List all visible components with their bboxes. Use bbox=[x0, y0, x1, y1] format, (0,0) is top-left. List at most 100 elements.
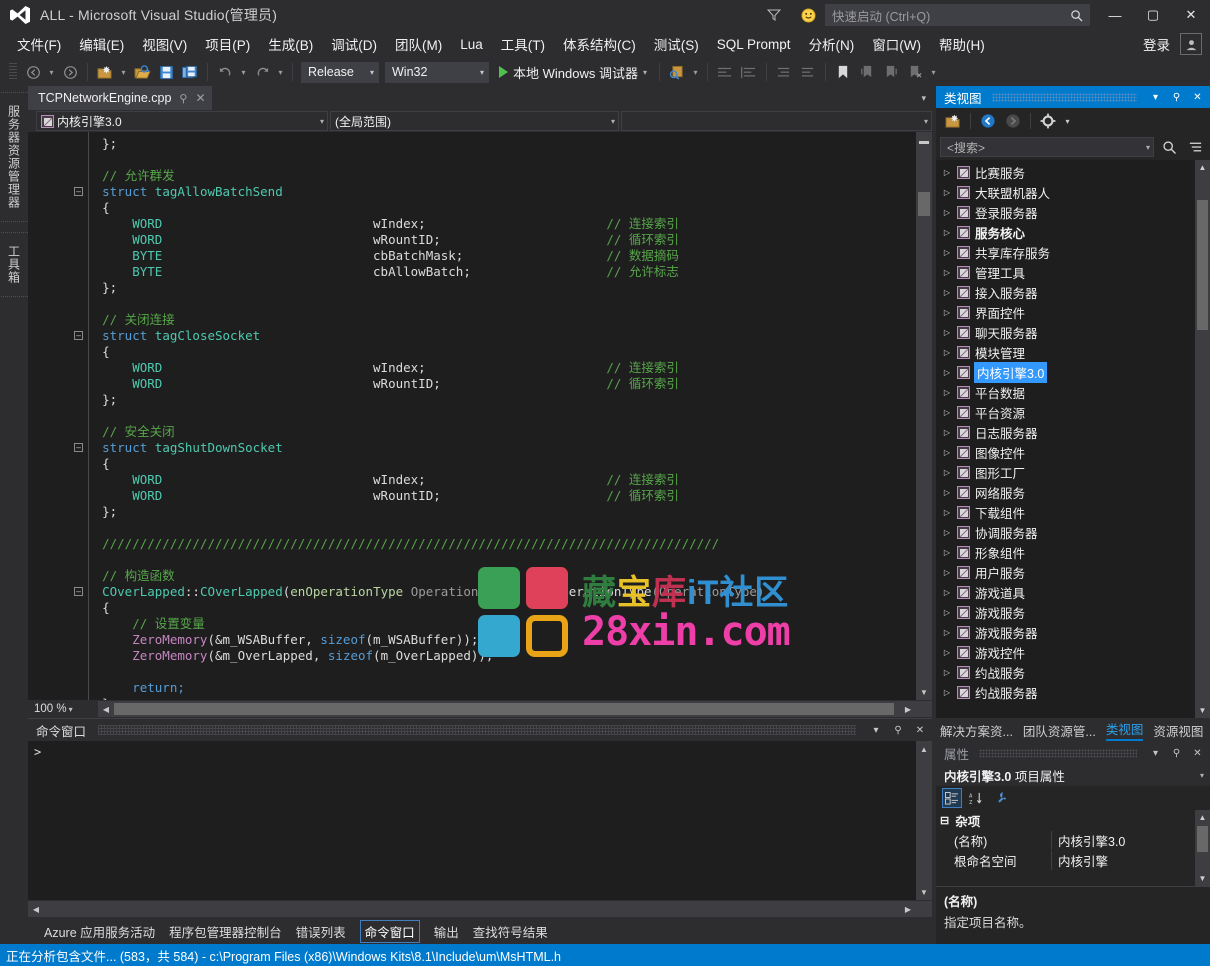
new-project-dropdown[interactable]: ▾ bbox=[118, 61, 129, 83]
redo-dropdown[interactable]: ▾ bbox=[275, 61, 286, 83]
menu-build[interactable]: 生成(B) bbox=[259, 31, 322, 57]
redo-icon[interactable] bbox=[251, 61, 273, 83]
chevron-down-icon[interactable]: ▾ bbox=[1062, 110, 1073, 132]
expand-triangle-icon[interactable]: ▷ bbox=[942, 228, 952, 237]
chevron-down-icon[interactable]: ▾ bbox=[1146, 143, 1150, 152]
close-icon[interactable]: ✕ bbox=[195, 91, 205, 105]
property-value[interactable]: 内核引擎3.0 bbox=[1051, 830, 1195, 850]
scroll-right-arrow[interactable]: ▶ bbox=[900, 705, 916, 714]
expand-triangle-icon[interactable]: ▷ bbox=[942, 468, 952, 477]
property-value[interactable]: 内核引擎 bbox=[1051, 850, 1195, 870]
increase-indent-icon[interactable] bbox=[797, 61, 819, 83]
fold-toggle-icon[interactable]: – bbox=[74, 587, 83, 596]
scroll-thumb[interactable] bbox=[918, 192, 930, 216]
scroll-up-arrow[interactable]: ▲ bbox=[916, 741, 932, 757]
editor-vertical-scrollbar[interactable]: ▬ ▼ bbox=[916, 132, 932, 700]
class-view-item[interactable]: ▷ 游戏控件 bbox=[936, 642, 1195, 662]
menu-edit[interactable]: 编辑(E) bbox=[70, 31, 133, 57]
expand-triangle-icon[interactable]: ▷ bbox=[942, 328, 952, 337]
expand-triangle-icon[interactable]: ▷ bbox=[942, 368, 952, 377]
tab-solution-explorer[interactable]: 解决方案资... bbox=[940, 721, 1013, 740]
scroll-right-arrow[interactable]: ▶ bbox=[900, 905, 916, 914]
configuration-combo[interactable]: Release ▾ bbox=[301, 61, 379, 83]
scroll-down-arrow[interactable]: ▼ bbox=[916, 684, 932, 700]
quick-launch-input[interactable]: 快速启动 (Ctrl+Q) bbox=[825, 4, 1090, 26]
properties-grid[interactable]: ⊟ 杂项 (名称) 内核引擎3.0 根命名空间 内核引擎 ▲ ▼ bbox=[936, 810, 1210, 886]
navigate-backward-icon[interactable] bbox=[22, 61, 44, 83]
project-combo[interactable]: 内核引擎3.0 ▾ bbox=[36, 111, 328, 131]
navigate-backward-dropdown[interactable]: ▾ bbox=[46, 61, 57, 83]
command-window-body[interactable]: > ▲ ▼ bbox=[28, 741, 932, 900]
expand-triangle-icon[interactable]: ▷ bbox=[942, 488, 952, 497]
scroll-up-arrow[interactable]: ▲ bbox=[1195, 810, 1210, 825]
class-view-close-button[interactable]: ✕ bbox=[1189, 88, 1206, 106]
clear-bookmarks-icon[interactable] bbox=[904, 61, 926, 83]
expand-triangle-icon[interactable]: ▷ bbox=[942, 588, 952, 597]
class-view-item[interactable]: ▷ 用户服务 bbox=[936, 562, 1195, 582]
expand-triangle-icon[interactable]: ▷ bbox=[942, 608, 952, 617]
expand-triangle-icon[interactable]: ▷ bbox=[942, 348, 952, 357]
minimize-button[interactable]: — bbox=[1096, 0, 1134, 30]
toolbar-grip[interactable] bbox=[9, 63, 17, 81]
categorized-icon[interactable] bbox=[942, 788, 962, 808]
properties-close-button[interactable]: ✕ bbox=[1189, 744, 1206, 762]
toolbar-overflow[interactable]: ▾ bbox=[928, 61, 939, 83]
expand-triangle-icon[interactable]: ▷ bbox=[942, 208, 952, 217]
fold-toggle-icon[interactable]: – bbox=[74, 331, 83, 340]
class-view-item[interactable]: ▷ 服务核心 bbox=[936, 222, 1195, 242]
open-file-icon[interactable] bbox=[131, 61, 153, 83]
tab-find-symbol-results[interactable]: 查找符号结果 bbox=[473, 922, 548, 941]
tab-azure-app-service-activity[interactable]: Azure 应用服务活动 bbox=[44, 922, 155, 941]
tab-error-list[interactable]: 错误列表 bbox=[296, 922, 346, 941]
class-view-item[interactable]: ▷ 接入服务器 bbox=[936, 282, 1195, 302]
save-all-icon[interactable] bbox=[179, 61, 201, 83]
properties-row[interactable]: 根命名空间 内核引擎 bbox=[936, 850, 1195, 870]
menu-architecture[interactable]: 体系结构(C) bbox=[554, 31, 645, 57]
command-window-close-button[interactable]: ✕ bbox=[912, 721, 928, 739]
class-view-item[interactable]: ▷ 共享库存服务 bbox=[936, 242, 1195, 262]
expand-triangle-icon[interactable]: ▷ bbox=[942, 308, 952, 317]
menu-analyze[interactable]: 分析(N) bbox=[800, 31, 864, 57]
expand-triangle-icon[interactable]: ▷ bbox=[942, 568, 952, 577]
find-dropdown[interactable]: ▾ bbox=[690, 61, 701, 83]
smiley-icon[interactable] bbox=[791, 0, 825, 30]
expand-triangle-icon[interactable]: ▷ bbox=[942, 388, 952, 397]
sign-in-link[interactable]: 登录 bbox=[1143, 34, 1170, 54]
scroll-thumb[interactable] bbox=[1197, 826, 1208, 852]
comment-selection-icon[interactable] bbox=[714, 61, 736, 83]
fold-toggle-icon[interactable]: – bbox=[74, 187, 83, 196]
expand-triangle-icon[interactable]: ▷ bbox=[942, 428, 952, 437]
menu-help[interactable]: 帮助(H) bbox=[930, 31, 994, 57]
pin-icon[interactable]: ⚲ bbox=[1168, 744, 1185, 762]
find-in-files-icon[interactable] bbox=[666, 61, 688, 83]
scroll-up-arrow[interactable]: ▲ bbox=[1195, 160, 1210, 175]
collapse-icon[interactable]: ⊟ bbox=[940, 814, 949, 827]
menu-team[interactable]: 团队(M) bbox=[386, 31, 451, 57]
class-view-item[interactable]: ▷ 聊天服务器 bbox=[936, 322, 1195, 342]
expand-triangle-icon[interactable]: ▷ bbox=[942, 288, 952, 297]
panel-drag-dots[interactable] bbox=[98, 725, 856, 735]
previous-bookmark-icon[interactable] bbox=[856, 61, 878, 83]
alphabetical-icon[interactable]: AZ bbox=[966, 788, 986, 808]
expand-triangle-icon[interactable]: ▷ bbox=[942, 408, 952, 417]
class-view-item[interactable]: ▷ 平台数据 bbox=[936, 382, 1195, 402]
split-view-button[interactable]: ▬ bbox=[916, 132, 932, 150]
search-input[interactable]: <搜索> ▾ bbox=[940, 137, 1154, 157]
properties-row[interactable]: (名称) 内核引擎3.0 bbox=[936, 830, 1195, 850]
scroll-left-arrow[interactable]: ◀ bbox=[28, 905, 44, 914]
panel-drag-dots[interactable] bbox=[991, 92, 1137, 102]
expand-triangle-icon[interactable]: ▷ bbox=[942, 688, 952, 697]
forward-icon[interactable] bbox=[1002, 110, 1024, 132]
new-folder-icon[interactable] bbox=[942, 110, 964, 132]
account-icon[interactable] bbox=[1180, 33, 1202, 55]
gear-icon[interactable] bbox=[1037, 110, 1059, 132]
class-view-item[interactable]: ▷ 约战服务 bbox=[936, 662, 1195, 682]
menu-window[interactable]: 窗口(W) bbox=[863, 31, 930, 57]
class-view-menu-button[interactable]: ▾ bbox=[1147, 88, 1164, 106]
editor-horizontal-scrollbar[interactable]: ◀ ▶ bbox=[98, 701, 916, 717]
pin-icon[interactable]: ⚲ bbox=[890, 721, 906, 739]
property-pages-icon[interactable] bbox=[990, 788, 1010, 808]
class-view-item[interactable]: ▷ 图像控件 bbox=[936, 442, 1195, 462]
expand-triangle-icon[interactable]: ▷ bbox=[942, 448, 952, 457]
scroll-down-arrow[interactable]: ▼ bbox=[1195, 871, 1210, 886]
